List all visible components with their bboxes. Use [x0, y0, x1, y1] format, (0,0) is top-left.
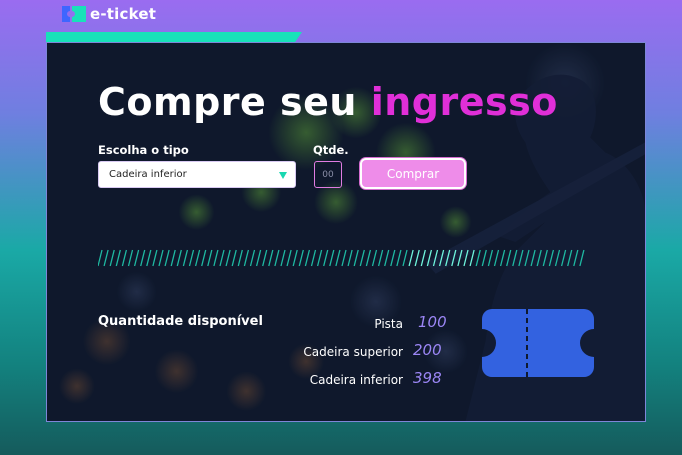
stripe-divider — [98, 249, 585, 267]
page-title-main: Compre seu — [98, 80, 371, 124]
brand[interactable]: e-ticket — [62, 5, 156, 23]
availability-count-pista: 100 — [418, 313, 458, 331]
availability-count-cadeira-inferior: 398 — [413, 369, 453, 387]
quantity-input[interactable]: 00 — [314, 161, 342, 188]
page-title: Compre seu ingresso — [98, 80, 558, 124]
brand-name: e-ticket — [90, 5, 157, 23]
availability-row-cadeira-inferior: Cadeira inferior — [223, 371, 403, 389]
availability-row-cadeira-superior: Cadeira superior — [223, 343, 403, 361]
availability-title: Quantidade disponível — [98, 314, 263, 329]
availability-label: Pista — [374, 317, 403, 331]
availability-label: Cadeira superior — [303, 345, 403, 359]
buy-button[interactable]: Comprar — [360, 158, 466, 189]
ticket-logo-icon — [62, 6, 86, 22]
page-title-highlight: ingresso — [370, 80, 558, 124]
type-label: Escolha o tipo — [98, 143, 189, 157]
availability-count-cadeira-superior: 200 — [413, 341, 453, 359]
availability-row-pista: Pista — [283, 315, 403, 333]
availability-count: 398 — [413, 369, 442, 387]
purchase-card: Compre seu ingresso Escolha o tipo Cadei… — [46, 42, 646, 422]
ticket-icon — [482, 309, 594, 377]
chevron-down-icon — [279, 172, 287, 179]
availability-count: 100 — [418, 313, 447, 331]
ticket-type-value: Cadeira inferior — [109, 169, 187, 180]
ticket-type-select[interactable]: Cadeira inferior — [98, 161, 296, 188]
availability-label: Cadeira inferior — [309, 373, 403, 387]
availability-count: 200 — [413, 341, 442, 359]
qty-label: Qtde. — [313, 143, 349, 157]
